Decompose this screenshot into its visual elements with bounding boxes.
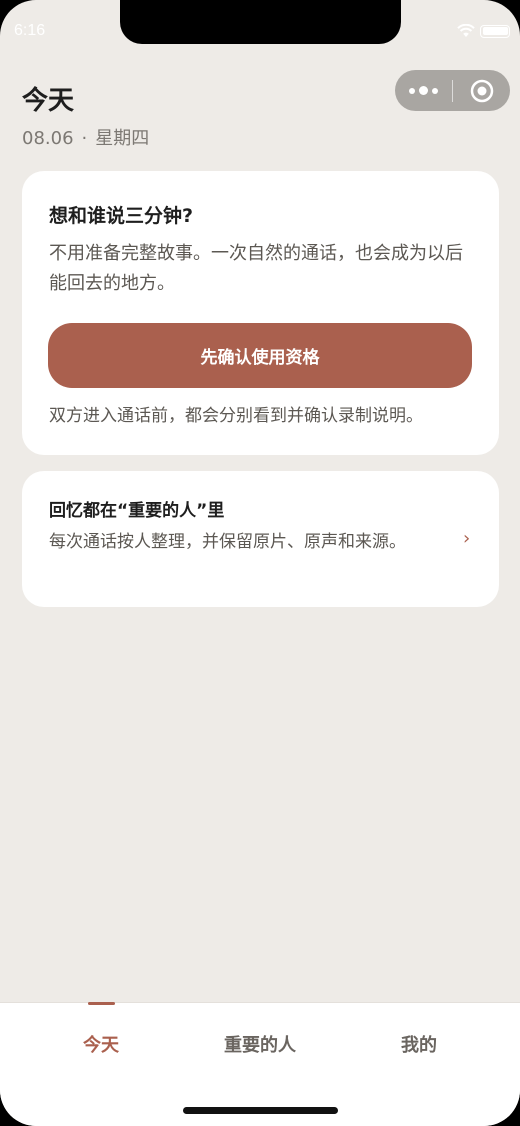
status-time: 6:16	[14, 22, 46, 39]
call-card: 想和谁说三分钟? 不用准备完整故事。一次自然的通话，也会成为以后能回去的地方。 …	[22, 171, 499, 455]
battery-icon	[480, 24, 510, 38]
home-indicator	[183, 1107, 338, 1114]
page-date: 08.06 · 星期四	[22, 124, 149, 150]
notch	[120, 0, 401, 44]
tab-mine[interactable]: 我的	[359, 1031, 479, 1057]
miniprogram-capsule	[395, 70, 510, 111]
status-icons	[457, 24, 510, 38]
tab-important-people[interactable]: 重要的人	[200, 1031, 320, 1057]
close-target-icon[interactable]	[453, 70, 510, 111]
call-card-description: 不用准备完整故事。一次自然的通话，也会成为以后能回去的地方。	[49, 243, 463, 294]
wifi-icon	[457, 24, 475, 37]
tab-active-indicator	[88, 1002, 115, 1005]
memory-card-title: 回忆都在“重要的人”里	[49, 501, 225, 521]
recording-note: 双方进入通话前，都会分别看到并确认录制说明。	[49, 406, 423, 426]
phone-screen: 6:16 今天 08.06 · 星期四 想和谁说三分钟? 不用准备完整故事。一次自然…	[0, 0, 520, 1126]
date-separator: ·	[81, 128, 88, 149]
call-card-title: 想和谁说三分钟?	[49, 205, 194, 227]
chevron-right-icon: ›	[463, 528, 471, 549]
weekday: 星期四	[95, 128, 150, 149]
confirm-eligibility-button[interactable]: 先确认使用资格	[48, 323, 472, 388]
tab-today[interactable]: 今天	[41, 1031, 161, 1057]
memory-card[interactable]: 回忆都在“重要的人”里 每次通话按人整理，并保留原片、原声和来源。 ›	[22, 471, 499, 607]
page-title: 今天	[22, 86, 75, 116]
memory-card-description: 每次通话按人整理，并保留原片、原声和来源。	[49, 532, 406, 552]
more-dots-icon[interactable]	[395, 70, 452, 111]
date-value: 08.06	[22, 128, 74, 149]
